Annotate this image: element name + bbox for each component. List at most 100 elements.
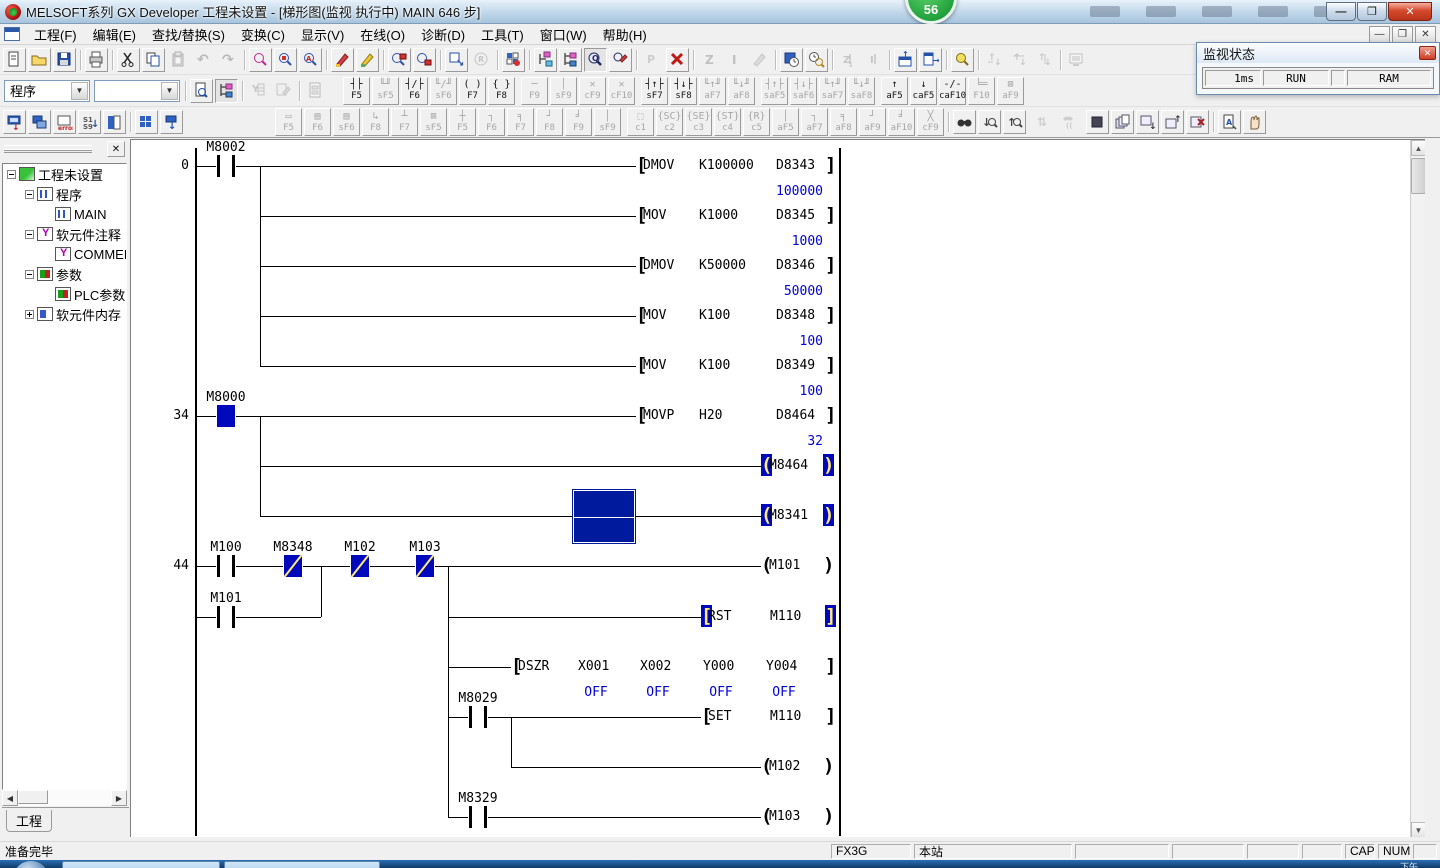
- entry-monitor-button[interactable]: [805, 48, 828, 72]
- close-button[interactable]: ✕: [1388, 2, 1432, 21]
- monitor-write-mode-button[interactable]: [609, 48, 632, 72]
- window-delete-button[interactable]: [1186, 110, 1209, 134]
- ladder-canvas[interactable]: M8002M8000M100M8348M102M103M101M8029M832…: [133, 140, 1425, 837]
- tile-window-right-button[interactable]: →: [919, 48, 942, 72]
- find-prev-button[interactable]: ↑: [1003, 110, 1026, 134]
- ladder-symbol-F5-button[interactable]: ┤├F5: [343, 77, 370, 105]
- ladder-symbol-F6-button[interactable]: ┤/├F6: [401, 77, 428, 105]
- tree-expander-icon[interactable]: [25, 310, 34, 319]
- maximize-button[interactable]: ❐: [1357, 2, 1387, 21]
- print-button[interactable]: [85, 48, 108, 72]
- tree-item-参数[interactable]: 参数: [3, 264, 126, 284]
- statement-edit-button[interactable]: [356, 48, 379, 72]
- monitor-mode-button[interactable]: Q: [584, 48, 607, 72]
- mdi-close-button[interactable]: ✕: [1415, 26, 1436, 43]
- plc-clock-button[interactable]: [780, 48, 803, 72]
- panel-grip[interactable]: [4, 145, 92, 153]
- taskbar-button-2[interactable]: [224, 861, 380, 868]
- tree-item-软元件内存[interactable]: 软元件内存: [3, 304, 126, 324]
- ladder-symbol-F8-button[interactable]: { }F8: [488, 77, 515, 105]
- menu-item-6[interactable]: 诊断(D): [413, 23, 473, 46]
- window-up-button[interactable]: ↑: [1161, 110, 1184, 134]
- plc-read-button[interactable]: ↓: [3, 110, 26, 134]
- tree-close-icon[interactable]: ✕: [107, 141, 125, 157]
- parameter-tree-button[interactable]: [534, 48, 557, 72]
- new-project-button[interactable]: [3, 48, 26, 72]
- tree-expander-icon[interactable]: [7, 170, 16, 179]
- minimize-button[interactable]: —: [1326, 2, 1356, 21]
- monitor-stop-button[interactable]: [666, 48, 689, 72]
- transfer-setup-button[interactable]: [502, 48, 525, 72]
- taskbar-button-1[interactable]: [62, 861, 220, 868]
- contact-M102-on[interactable]: [350, 555, 370, 577]
- device-grid-button[interactable]: [135, 110, 158, 134]
- tree-expander-icon[interactable]: [25, 230, 34, 239]
- find-device-button[interactable]: [274, 48, 297, 72]
- start-orb[interactable]: [14, 861, 48, 868]
- menu-item-4[interactable]: 显示(V): [293, 23, 352, 46]
- menu-item-8[interactable]: 窗口(W): [532, 23, 595, 46]
- contact-M101-off[interactable]: [216, 606, 236, 628]
- copy-block-button[interactable]: [1111, 110, 1134, 134]
- tile-window-up-button[interactable]: ↑: [894, 48, 917, 72]
- pan-button[interactable]: [1243, 110, 1266, 134]
- copy-button[interactable]: [142, 48, 165, 72]
- scroll-left-icon[interactable]: ◀: [2, 790, 18, 806]
- error-ladder-button[interactable]: error: [53, 110, 76, 134]
- contact-M8002-off[interactable]: [216, 155, 236, 177]
- find-next-button[interactable]: ↓: [978, 110, 1001, 134]
- find-instruction-button[interactable]: A: [299, 48, 322, 72]
- menu-item-9[interactable]: 帮助(H): [595, 23, 655, 46]
- project-data-list-button[interactable]: [215, 79, 238, 103]
- menu-item-3[interactable]: 变换(C): [233, 23, 293, 46]
- ladder-vscrollbar[interactable]: ▲ ▼: [1410, 140, 1425, 837]
- contact-M8329-off[interactable]: [468, 806, 488, 828]
- device-display-button[interactable]: [388, 48, 411, 72]
- menu-item-2[interactable]: 查找/替换(S): [144, 23, 233, 46]
- mdi-restore-button[interactable]: ❐: [1392, 26, 1413, 43]
- comment-edit-button[interactable]: [331, 48, 354, 72]
- cut-button[interactable]: [117, 48, 140, 72]
- ladder-symbol-F7-button[interactable]: ( )F7: [459, 77, 486, 105]
- device-comment-tree-button[interactable]: [559, 48, 582, 72]
- tree-item-程序[interactable]: 程序: [3, 184, 126, 204]
- tree-item-软元件注释[interactable]: 软元件注释: [3, 224, 126, 244]
- ladder-editor-window[interactable]: M8002M8000M100M8348M102M103M101M8029M832…: [130, 139, 1425, 837]
- monitor-close-icon[interactable]: ✕: [1419, 46, 1436, 60]
- tree-expander-icon[interactable]: [25, 270, 34, 279]
- new-window-button[interactable]: ↘: [445, 48, 468, 72]
- contact-M103-on[interactable]: [415, 555, 435, 577]
- tab-project[interactable]: 工程: [6, 810, 52, 832]
- scroll-right-icon[interactable]: ▶: [111, 790, 127, 806]
- menu-item-0[interactable]: 工程(F): [26, 23, 85, 46]
- find-button-2[interactable]: [953, 110, 976, 134]
- print-preview-button[interactable]: A: [1218, 110, 1241, 134]
- contact-M8000-on[interactable]: [216, 405, 236, 427]
- tree-expander-icon[interactable]: [25, 190, 34, 199]
- ladder-symbol-caF5-button[interactable]: ↓caF5: [910, 77, 937, 105]
- window-down-button[interactable]: ↓: [1136, 110, 1159, 134]
- ladder-edit-cursor[interactable]: [573, 490, 635, 543]
- block-exchange-button[interactable]: [103, 110, 126, 134]
- menu-item-1[interactable]: 编辑(E): [85, 23, 144, 46]
- chevron-down-icon[interactable]: ▼: [161, 82, 178, 100]
- tree-item-COMMENT[interactable]: COMMENT: [3, 244, 126, 264]
- ladder-symbol-caF10-button[interactable]: -/-caF10: [939, 77, 966, 105]
- scroll-down-icon[interactable]: ▼: [1411, 822, 1425, 837]
- program-type-combobox[interactable]: 程序▼: [4, 80, 90, 102]
- tree-item-MAIN[interactable]: MAIN: [3, 204, 126, 224]
- tree-item-PLC参数[interactable]: PLC参数: [3, 284, 126, 304]
- select-block-button[interactable]: [1086, 110, 1109, 134]
- find-button[interactable]: [249, 48, 272, 72]
- find-ladder-block-button[interactable]: [190, 79, 213, 103]
- menu-item-5[interactable]: 在线(O): [352, 23, 413, 46]
- sort-button[interactable]: S1S9↓: [78, 110, 101, 134]
- mdi-minimize-button[interactable]: —: [1369, 26, 1390, 43]
- menu-item-7[interactable]: 工具(T): [473, 23, 532, 46]
- device-display2-button[interactable]: [413, 48, 436, 72]
- ladder-symbol-sF8-button[interactable]: ┤↓├sF8: [670, 77, 697, 105]
- tree-hscrollbar[interactable]: ◀ ▶: [2, 790, 127, 806]
- chevron-down-icon[interactable]: ▼: [71, 82, 88, 100]
- ladder-symbol-sF7-button[interactable]: ┤↑├sF7: [641, 77, 668, 105]
- tree-item-工程未设置[interactable]: 工程未设置: [3, 164, 126, 184]
